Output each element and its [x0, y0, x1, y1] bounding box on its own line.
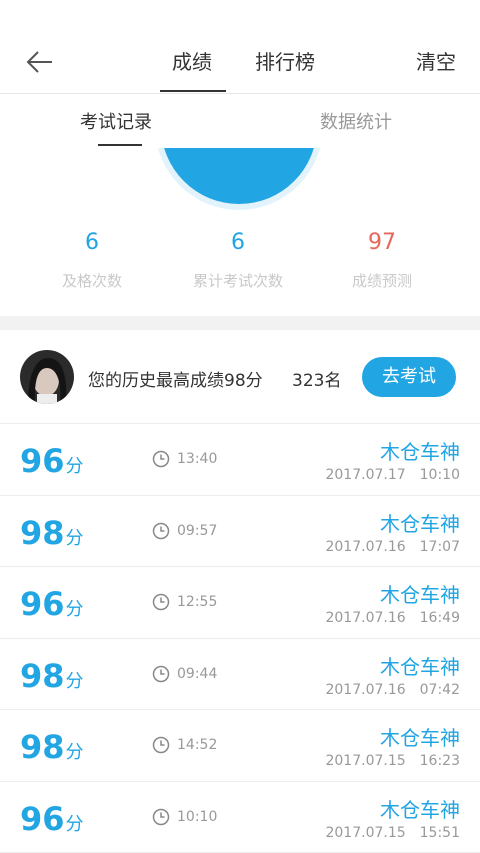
record-username: 木仓车神 — [380, 654, 460, 679]
section-gap — [0, 316, 480, 330]
score-value: 98 — [20, 513, 65, 552]
list-item[interactable]: 96分 12:55 木仓车神 2017.07.16 16:49 — [0, 567, 480, 639]
list-item[interactable]: 96分 10:10 木仓车神 2017.07.15 15:51 — [0, 781, 480, 853]
record-datetime: 2017.07.16 07:42 — [325, 681, 460, 698]
record-duration: 13:40 — [177, 451, 218, 467]
take-exam-button[interactable]: 去考试 — [362, 357, 456, 397]
list-item[interactable]: 98分 09:44 木仓车神 2017.07.16 07:42 — [0, 638, 480, 710]
tab-leaderboard[interactable]: 排行榜 — [255, 46, 315, 75]
history-best-row: 您的历史最高成绩98分 323名 去考试 — [0, 330, 480, 424]
avatar[interactable] — [20, 350, 74, 404]
score-prediction-value: 97 — [368, 230, 396, 255]
clock-icon — [152, 665, 170, 682]
pass-count-label: 及格次数 — [61, 272, 122, 290]
pass-count-value: 6 — [85, 230, 99, 255]
score-gauge-graphic — [157, 148, 321, 210]
total-exams-value: 6 — [231, 230, 245, 255]
score-unit: 分 — [65, 527, 84, 549]
record-duration: 09:44 — [177, 665, 218, 682]
record-datetime: 2017.07.16 17:07 — [325, 538, 460, 555]
total-exams-label: 累计考试次数 — [192, 272, 283, 290]
record-username: 木仓车神 — [380, 726, 460, 750]
record-datetime: 2017.07.15 16:23 — [325, 753, 460, 769]
record-score: 98分 — [20, 514, 84, 552]
rank-text: 323名 — [292, 371, 342, 391]
score-unit: 分 — [65, 813, 84, 835]
score-unit: 分 — [65, 456, 84, 477]
record-username: 木仓车神 — [380, 511, 460, 536]
clock-icon — [152, 450, 170, 468]
top-nav-bar: 成绩 排行榜 清空 — [0, 0, 480, 94]
record-datetime: 2017.07.17 10:10 — [325, 467, 460, 483]
record-datetime: 2017.07.15 15:51 — [325, 824, 460, 841]
list-item[interactable]: 96分 13:40 木仓车神 2017.07.17 10:10 — [0, 424, 480, 496]
clear-button[interactable]: 清空 — [416, 46, 456, 75]
score-value: 96 — [20, 799, 65, 838]
score-value: 98 — [20, 656, 65, 695]
score-unit: 分 — [65, 742, 84, 763]
score-value: 96 — [20, 442, 65, 480]
tab-score[interactable]: 成绩 — [172, 46, 212, 75]
record-duration: 10:10 — [177, 808, 218, 825]
record-score: 96分 — [20, 442, 84, 480]
score-unit: 分 — [65, 599, 84, 620]
clock-icon — [152, 522, 170, 539]
record-datetime: 2017.07.16 16:49 — [325, 610, 460, 626]
score-value: 96 — [20, 585, 65, 623]
clock-icon — [152, 808, 170, 825]
history-best-score-text: 您的历史最高成绩98分 — [88, 371, 263, 391]
record-username: 木仓车神 — [380, 797, 460, 822]
record-score: 96分 — [20, 800, 84, 838]
record-duration: 14:52 — [177, 737, 218, 753]
record-duration: 09:57 — [177, 522, 218, 539]
sub-tab-bar: 考试记录 数据统计 — [0, 94, 480, 242]
summary-section: 6 及格次数 6 累计考试次数 97 成绩预测 — [0, 148, 480, 316]
score-value: 98 — [20, 728, 65, 766]
record-username: 木仓车神 — [380, 583, 460, 607]
list-item[interactable]: 98分 09:57 木仓车神 2017.07.16 17:07 — [0, 495, 480, 567]
record-username: 木仓车神 — [380, 440, 460, 464]
list-item[interactable]: 98分 14:52 木仓车神 2017.07.15 16:23 — [0, 710, 480, 782]
tab-data-statistics[interactable]: 数据统计 — [320, 108, 392, 134]
score-prediction-label: 成绩预测 — [351, 272, 412, 290]
subtab-active-indicator — [98, 144, 142, 146]
tab-active-indicator — [160, 90, 226, 92]
clock-icon — [152, 593, 170, 611]
back-arrow-icon[interactable] — [24, 46, 56, 78]
record-score: 98分 — [20, 657, 84, 695]
score-unit: 分 — [65, 670, 84, 692]
tab-exam-records[interactable]: 考试记录 — [80, 108, 152, 134]
record-score: 96分 — [20, 585, 84, 623]
record-duration: 12:55 — [177, 594, 218, 610]
exam-records-list: 96分 13:40 木仓车神 2017.07.17 10:10 98分 09:5… — [0, 424, 480, 853]
record-score: 98分 — [20, 728, 84, 766]
clock-icon — [152, 736, 170, 754]
